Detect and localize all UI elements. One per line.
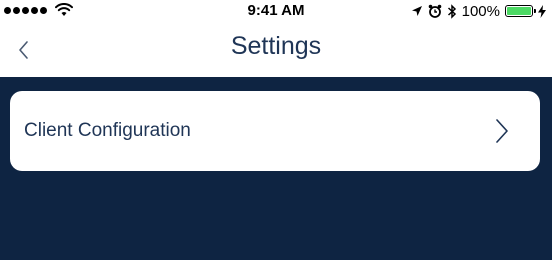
header-area: 9:41 AM 100% Settings xyxy=(0,0,552,77)
battery-percent: 100% xyxy=(461,2,500,20)
charging-bolt-icon xyxy=(538,4,546,18)
battery-icon xyxy=(505,5,536,17)
client-configuration-row[interactable]: Client Configuration xyxy=(10,91,540,171)
navigation-bar: Settings xyxy=(0,22,552,77)
status-right: 100% xyxy=(411,2,546,20)
chevron-right-icon xyxy=(496,119,508,143)
battery-fill xyxy=(507,7,531,15)
status-bar: 9:41 AM 100% xyxy=(0,0,552,22)
page-title: Settings xyxy=(230,32,322,60)
client-configuration-label: Client Configuration xyxy=(24,120,191,141)
alarm-icon xyxy=(428,4,441,18)
location-arrow-icon xyxy=(411,6,422,16)
bluetooth-icon xyxy=(447,3,456,19)
